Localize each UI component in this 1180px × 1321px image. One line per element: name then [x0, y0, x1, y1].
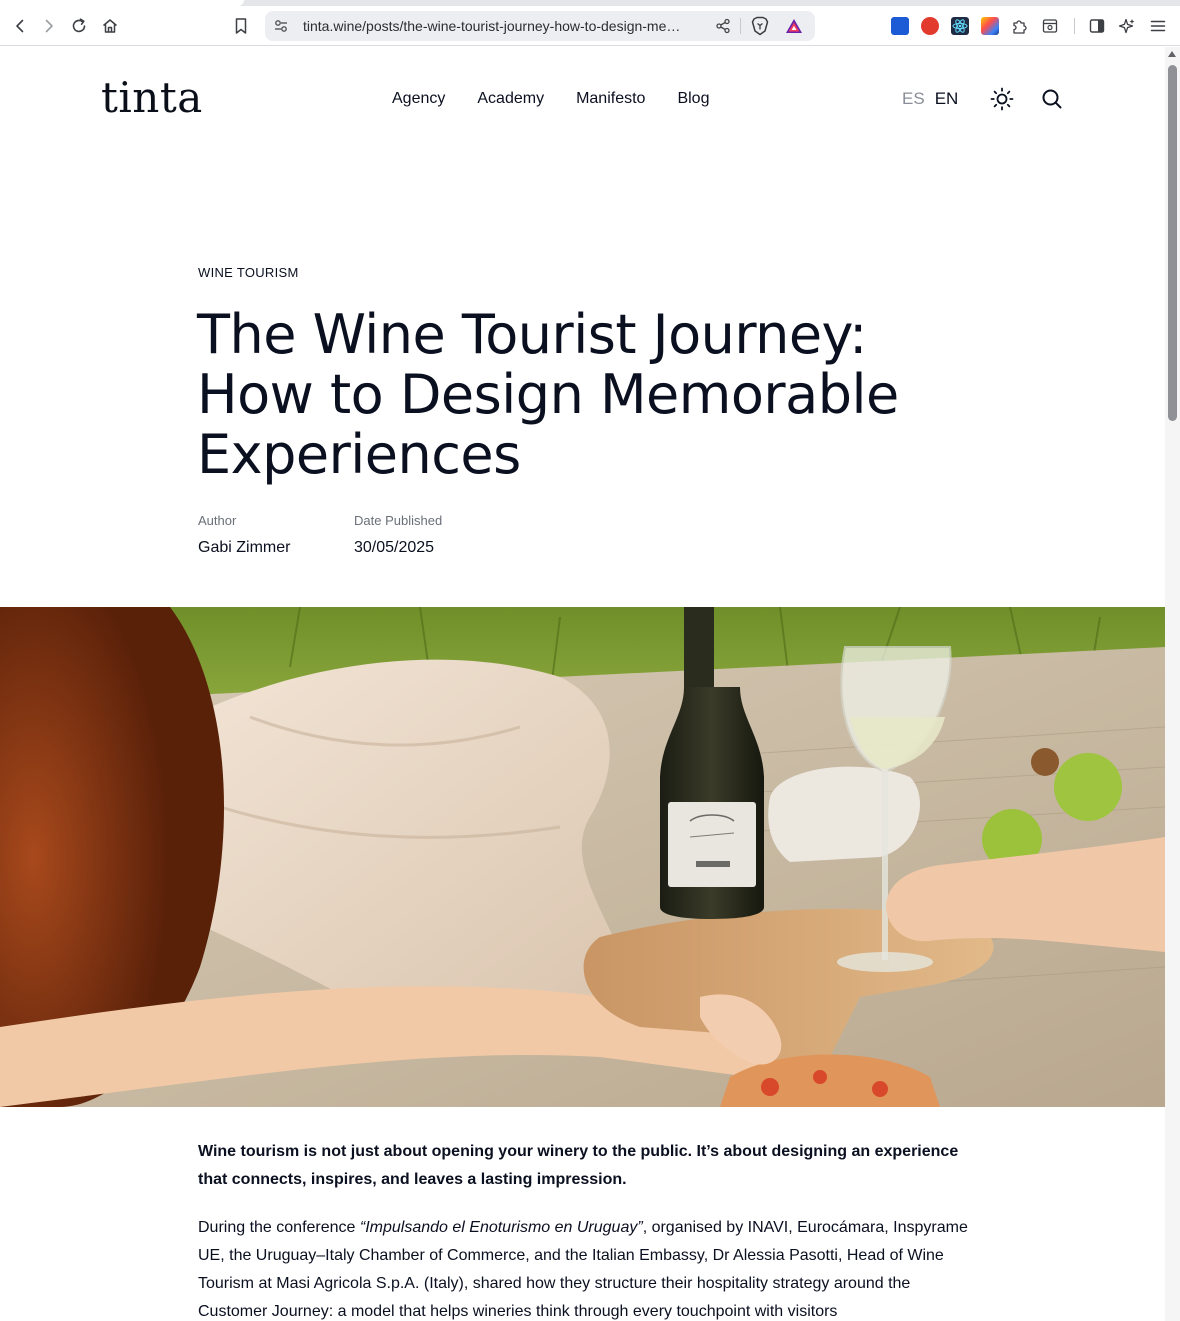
- language-en[interactable]: EN: [935, 89, 959, 109]
- menu-icon: [1150, 20, 1166, 32]
- url-separator: [740, 18, 741, 34]
- article-title: The Wine Tourist Journey: How to Design …: [197, 305, 997, 485]
- nav-item-manifesto[interactable]: Manifesto: [576, 89, 645, 109]
- sidebar-button[interactable]: [1083, 12, 1111, 40]
- nav-item-agency[interactable]: Agency: [392, 89, 445, 109]
- search-icon: [1042, 89, 1062, 109]
- extensions-button[interactable]: [1006, 12, 1034, 40]
- theme-toggle-button[interactable]: [989, 86, 1015, 112]
- share-icon[interactable]: [715, 18, 731, 34]
- forward-button[interactable]: [35, 12, 63, 40]
- react-devtools-icon: [952, 19, 968, 33]
- language-switcher: ES EN: [902, 89, 958, 109]
- site-header: tinta Agency Academy Manifesto Blog ES E…: [0, 47, 1165, 147]
- brave-shields-icon[interactable]: [751, 16, 769, 36]
- article-lead: Wine tourism is not just about opening y…: [198, 1143, 959, 1188]
- extension-4[interactable]: [981, 17, 999, 35]
- sun-icon: [990, 87, 1014, 111]
- article-paragraph: During the conference “Impulsando el Eno…: [198, 1214, 968, 1321]
- brave-rewards-icon[interactable]: [785, 17, 803, 35]
- home-icon: [103, 19, 117, 33]
- leo-button[interactable]: [1113, 12, 1141, 40]
- paragraph-intro: During the conference: [198, 1219, 360, 1236]
- extension-2[interactable]: [921, 17, 939, 35]
- date-label: Date Published: [354, 513, 443, 528]
- extensions-icon: [1013, 20, 1027, 34]
- bookmark-icon: [235, 18, 247, 34]
- nav-item-academy[interactable]: Academy: [477, 89, 544, 109]
- page-scrollbar[interactable]: [1165, 47, 1180, 1321]
- hero-image: [0, 607, 1165, 1107]
- back-icon: [16, 19, 24, 33]
- publish-date: 30/05/2025: [354, 539, 435, 556]
- nav-item-blog[interactable]: Blog: [677, 89, 709, 109]
- extension-1[interactable]: [891, 17, 909, 35]
- article-body: Wine tourism is not just about opening y…: [198, 1138, 968, 1321]
- leo-icon: [1118, 18, 1135, 34]
- home-button[interactable]: [96, 12, 124, 40]
- site-logo[interactable]: tinta: [101, 75, 203, 121]
- title-line-1: The Wine Tourist Journey:: [197, 303, 867, 366]
- forward-icon: [45, 19, 53, 33]
- language-es[interactable]: ES: [902, 89, 925, 109]
- browser-toolbar: tinta.wine/posts/the-wine-tourist-journe…: [0, 6, 1180, 46]
- search-button[interactable]: [1040, 87, 1064, 111]
- title-line-3: Experiences: [197, 423, 521, 486]
- scrollbar-thumb[interactable]: [1168, 65, 1177, 421]
- author-label: Author: [198, 513, 237, 528]
- sidebar-icon: [1089, 19, 1105, 33]
- reload-icon: [72, 18, 86, 33]
- author-block: Author Gabi Zimmer: [198, 513, 290, 558]
- article-category[interactable]: WINE TOURISM: [198, 265, 299, 281]
- reload-button[interactable]: [65, 12, 93, 40]
- conference-name: “Impulsando el Enoturismo en Uruguay”: [359, 1219, 643, 1236]
- site-settings-icon[interactable]: [273, 18, 289, 34]
- author-name: Gabi Zimmer: [198, 539, 291, 556]
- main-nav: Agency Academy Manifesto Blog: [392, 89, 709, 109]
- date-block: Date Published 30/05/2025: [354, 513, 442, 558]
- wallet-button[interactable]: [1036, 12, 1064, 40]
- bookmark-button[interactable]: [227, 12, 255, 40]
- url-text[interactable]: tinta.wine/posts/the-wine-tourist-journe…: [303, 18, 698, 34]
- scroll-up-arrow-icon[interactable]: [1168, 51, 1176, 57]
- picnic-photo: [0, 607, 1165, 1107]
- extension-3[interactable]: [951, 17, 969, 35]
- toolbar-separator: [1074, 18, 1075, 34]
- back-button[interactable]: [6, 12, 34, 40]
- wallet-icon: [1042, 19, 1058, 33]
- menu-button[interactable]: [1144, 12, 1172, 40]
- title-line-2: How to Design Memorable: [197, 363, 899, 426]
- address-bar[interactable]: tinta.wine/posts/the-wine-tourist-journe…: [265, 11, 815, 41]
